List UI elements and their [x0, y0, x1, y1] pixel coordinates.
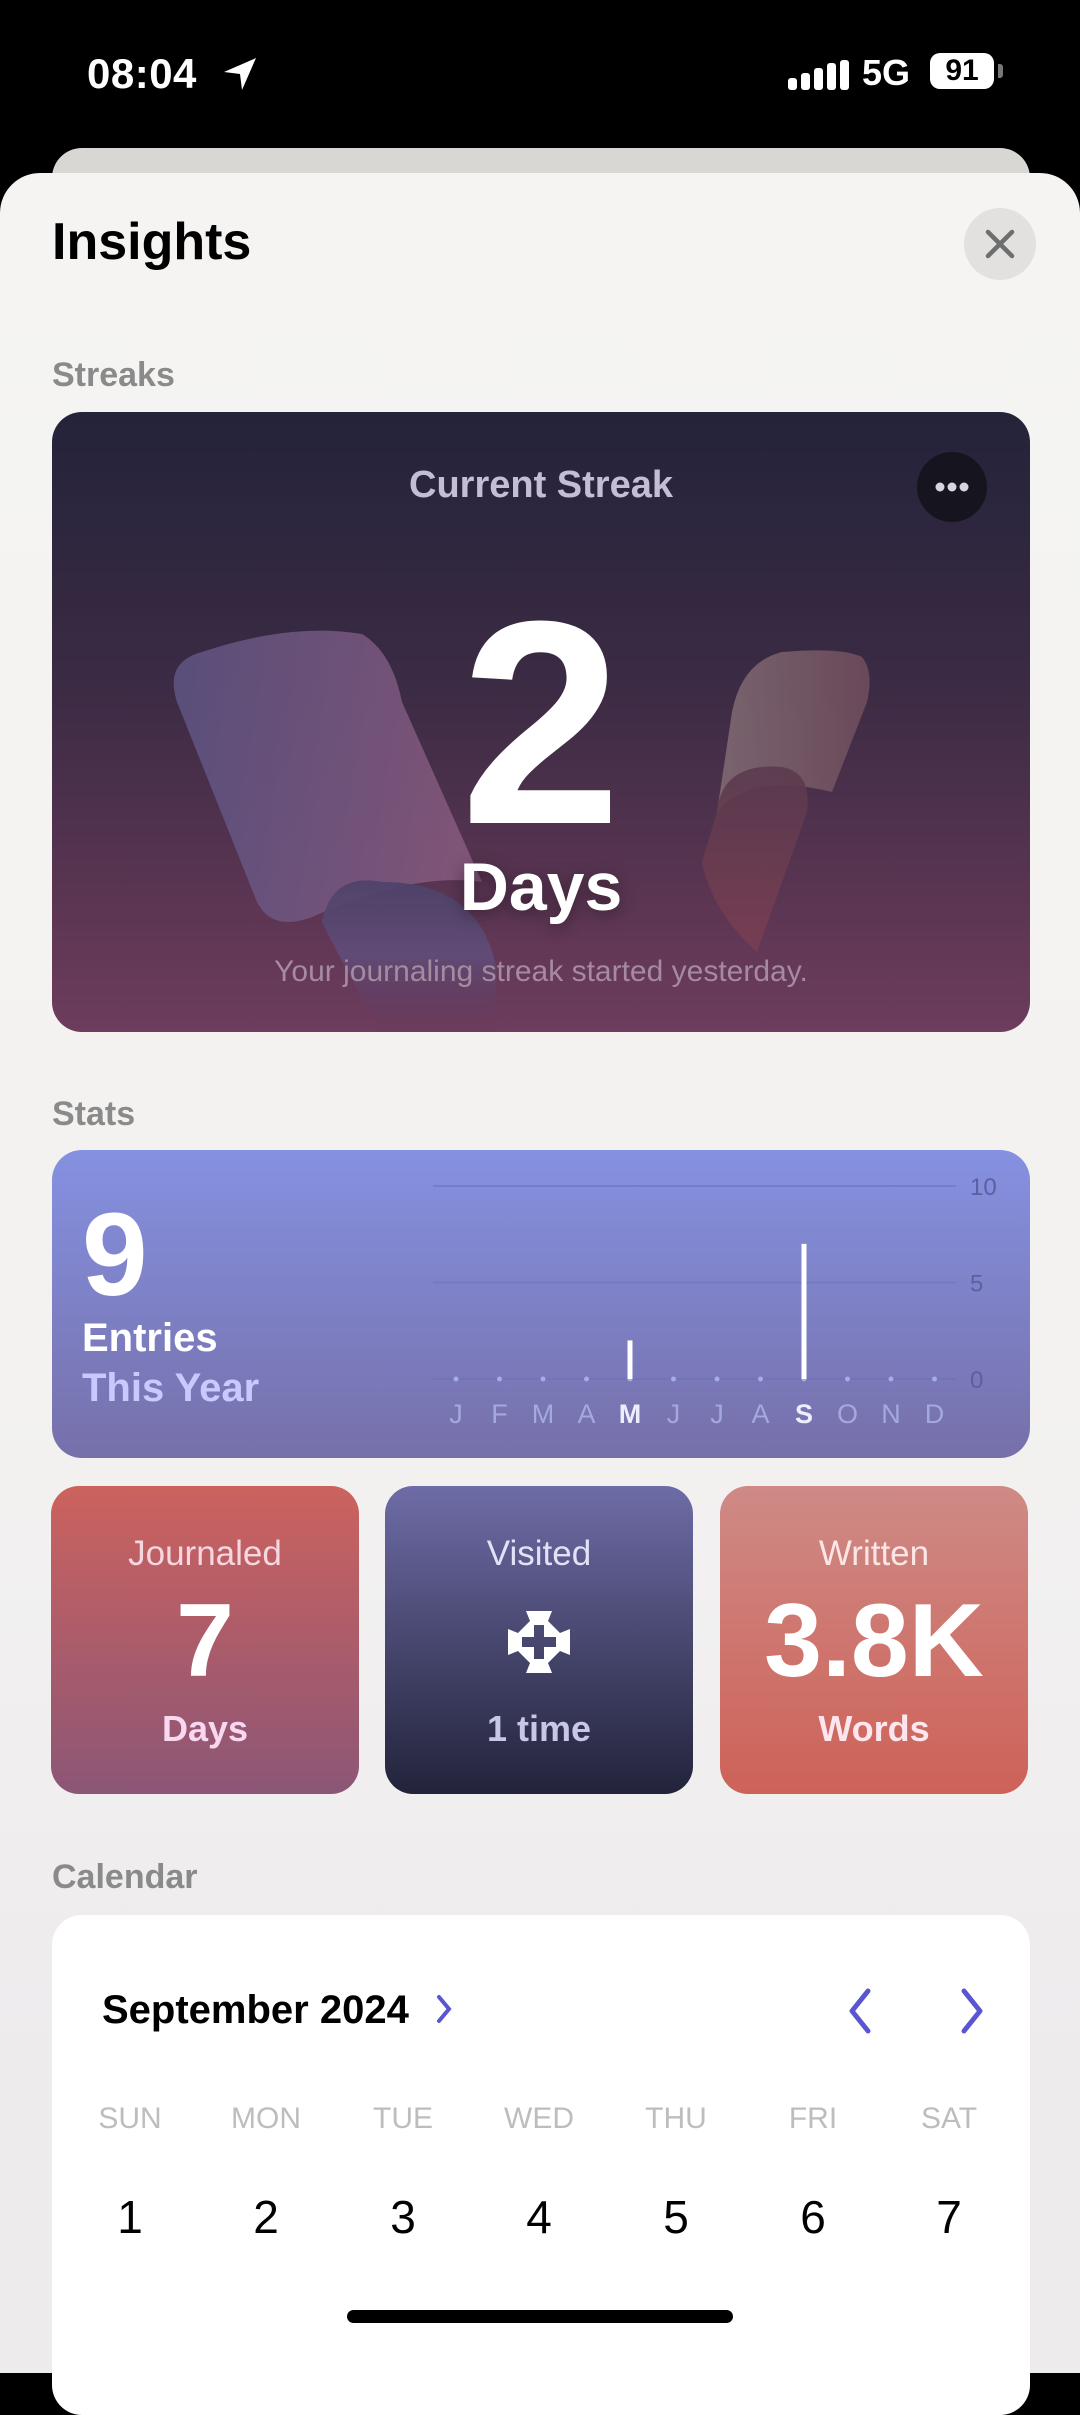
weekday-header: SAT [920, 2102, 978, 2135]
home-indicator[interactable] [347, 2310, 733, 2323]
y-tick-label: 5 [970, 1271, 983, 1298]
places-icon [508, 1611, 570, 1673]
tile-unit: 1 time [486, 1708, 592, 1749]
previous-month-button[interactable] [840, 1986, 880, 2036]
calendar-month-button[interactable]: September 2024 [102, 1988, 456, 2033]
calendar-day[interactable]: 2 [211, 2190, 321, 2244]
month-tick [584, 1376, 589, 1382]
calendar-month: September 2024 [102, 1988, 409, 2032]
weekday-header: MON [231, 2102, 301, 2135]
x-tick-label: D [925, 1399, 945, 1429]
calendar-day[interactable]: 4 [484, 2190, 594, 2244]
weekday-header: WED [504, 2102, 574, 2135]
tile-unit: Words [818, 1708, 930, 1749]
next-month-button[interactable] [952, 1986, 992, 2036]
weekday-header: SUN [98, 2102, 162, 2135]
weekday-header: FRI [788, 2102, 838, 2135]
tile-label: Visited [486, 1534, 592, 1573]
tile-label: Written [818, 1534, 930, 1573]
x-tick-label: J [449, 1399, 463, 1429]
calendar-day[interactable]: 7 [894, 2190, 1004, 2244]
y-tick-label: 0 [970, 1367, 983, 1394]
month-tick [714, 1376, 720, 1382]
x-tick-label: S [795, 1399, 813, 1429]
x-tick-label: M [532, 1399, 555, 1429]
calendar-day[interactable]: 6 [758, 2190, 868, 2244]
x-tick-label: A [577, 1399, 595, 1429]
tile-journaled[interactable]: Journaled 7 Days [51, 1486, 359, 1794]
month-tick [453, 1376, 459, 1382]
tile-visited[interactable]: Visited 1 time [385, 1486, 693, 1794]
month-tick [888, 1376, 894, 1382]
x-tick-label: J [667, 1399, 681, 1429]
x-tick-label: N [881, 1399, 901, 1429]
month-tick [540, 1376, 546, 1382]
x-tick-label: F [491, 1399, 508, 1429]
month-tick [932, 1376, 937, 1382]
weekday-header: THU [645, 2102, 707, 2135]
weekday-header: TUE [373, 2102, 433, 2135]
section-label-calendar: Calendar [52, 1858, 198, 1896]
tile-written[interactable]: Written 3.8K Words [720, 1486, 1028, 1794]
x-tick-label: M [619, 1399, 642, 1429]
calendar-day[interactable]: 3 [348, 2190, 458, 2244]
x-tick-label: A [751, 1399, 769, 1429]
calendar-day[interactable]: 5 [621, 2190, 731, 2244]
month-tick [497, 1376, 502, 1382]
month-tick [845, 1376, 850, 1382]
tile-value: 7 [176, 1583, 234, 1699]
y-tick-label: 10 [970, 1174, 997, 1201]
tile-unit: Days [161, 1708, 249, 1749]
chevron-right-icon [436, 1995, 452, 2023]
x-tick-label: O [837, 1399, 858, 1429]
entries-chart: 1050J F M A M J J A S O N D [433, 1174, 997, 1429]
tile-value: 3.8K [764, 1583, 984, 1699]
tile-label: Journaled [128, 1534, 282, 1573]
month-tick [671, 1376, 676, 1382]
x-tick-label: J [710, 1399, 724, 1429]
month-tick [758, 1376, 763, 1382]
calendar-day[interactable]: 1 [75, 2190, 185, 2244]
